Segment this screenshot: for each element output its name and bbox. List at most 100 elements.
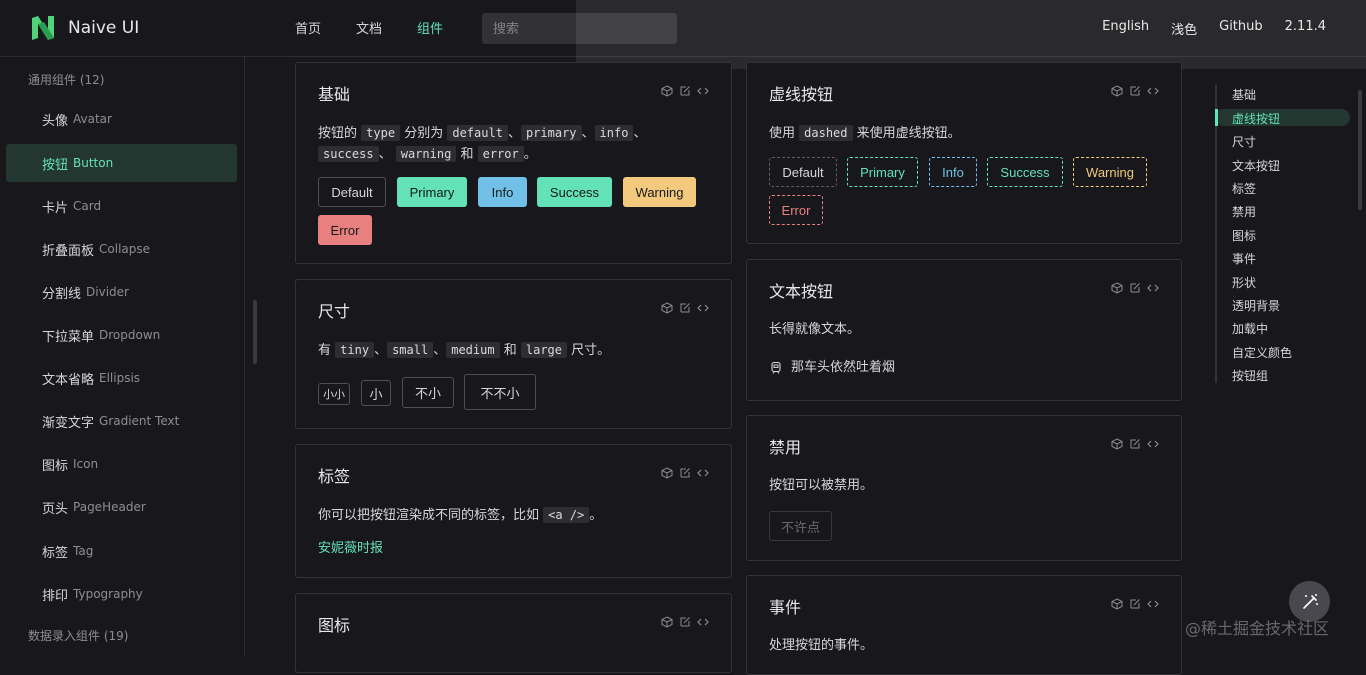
- toc-item-ghost[interactable]: 透明背景: [1232, 297, 1280, 314]
- code-icon[interactable]: [697, 85, 709, 97]
- sidebar-item-en: Button: [73, 156, 114, 170]
- code-icon[interactable]: [1147, 85, 1159, 97]
- sidebar-item-gradient-text[interactable]: 渐变文字 Gradient Text: [6, 402, 237, 440]
- toc-item-size[interactable]: 尺寸: [1232, 133, 1256, 150]
- code-anchor: <a />: [543, 507, 590, 523]
- edit-icon[interactable]: [1129, 598, 1141, 610]
- toc-rail: [1215, 85, 1217, 383]
- medium-button[interactable]: 不小: [402, 377, 454, 408]
- sidebar-item-label: 标签: [42, 545, 69, 561]
- sidebar-item-avatar[interactable]: 头像 Avatar: [6, 100, 237, 138]
- edit-icon[interactable]: [1129, 438, 1141, 450]
- toc-item-tag[interactable]: 标签: [1232, 180, 1256, 197]
- sidebar-group-common[interactable]: 通用组件 (12): [28, 71, 104, 88]
- sidebar-item-icon[interactable]: 图标 Icon: [6, 445, 237, 483]
- toc-item-custom-color[interactable]: 自定义颜色: [1232, 344, 1292, 361]
- card-disabled: 禁用 按钮可以被禁用。 不许点: [746, 415, 1182, 561]
- desc-sep: 、: [433, 343, 447, 358]
- dashed-info-button[interactable]: Info: [929, 157, 977, 187]
- card-description: 有 tiny、 small、 medium 和 large 尺寸。: [318, 340, 610, 361]
- nav-docs[interactable]: 文档: [356, 18, 382, 37]
- sidebar-item-collapse[interactable]: 折叠面板 Collapse: [6, 230, 237, 268]
- edit-icon[interactable]: [1129, 85, 1141, 97]
- cube-icon[interactable]: [661, 467, 673, 479]
- toc-item-disabled[interactable]: 禁用: [1232, 203, 1256, 220]
- nav-components[interactable]: 组件: [417, 18, 443, 37]
- edit-icon[interactable]: [679, 85, 691, 97]
- code-icon[interactable]: [697, 467, 709, 479]
- sidebar-item-label: 按钮: [42, 157, 69, 173]
- nav-home[interactable]: 首页: [295, 18, 321, 37]
- code-small: small: [387, 342, 434, 358]
- tiny-button[interactable]: 小小: [318, 383, 350, 405]
- cube-icon[interactable]: [661, 85, 673, 97]
- large-button[interactable]: 不不小: [464, 374, 536, 410]
- sidebar-item-ellipsis[interactable]: 文本省略 Ellipsis: [6, 359, 237, 397]
- code-default: default: [447, 125, 508, 141]
- sidebar-group-data-entry[interactable]: 数据录入组件 (19): [28, 627, 128, 644]
- code-tiny: tiny: [335, 342, 375, 358]
- toc-item-button-group[interactable]: 按钮组: [1232, 367, 1268, 384]
- card-title: 文本按钮: [769, 282, 834, 301]
- sidebar-item-divider[interactable]: 分割线 Divider: [6, 273, 237, 311]
- info-button[interactable]: Info: [478, 177, 527, 207]
- dashed-success-button[interactable]: Success: [987, 157, 1063, 187]
- card-title: 图标: [318, 616, 351, 635]
- sidebar-item-dropdown[interactable]: 下拉菜单 Dropdown: [6, 316, 237, 354]
- card-description: 按钮的 type 分别为 default、 primary、 info 、succes…: [318, 123, 718, 165]
- cube-icon[interactable]: [661, 302, 673, 314]
- sidebar-item-card[interactable]: 卡片 Card: [6, 187, 237, 225]
- card-title: 事件: [769, 598, 802, 617]
- logo[interactable]: Naive UI: [30, 14, 139, 42]
- sidebar-scrollbar[interactable]: [253, 300, 257, 364]
- code-icon[interactable]: [697, 302, 709, 314]
- train-icon: [771, 361, 781, 374]
- dashed-warning-button[interactable]: Warning: [1073, 157, 1147, 187]
- error-button[interactable]: Error: [318, 215, 372, 245]
- sidebar-item-pageheader[interactable]: 页头 PageHeader: [6, 488, 237, 526]
- cube-icon[interactable]: [1111, 282, 1123, 294]
- edit-icon[interactable]: [1129, 282, 1141, 294]
- edit-icon[interactable]: [679, 467, 691, 479]
- sidebar-item-label: 页头: [42, 501, 69, 517]
- toc-item-event[interactable]: 事件: [1232, 250, 1256, 267]
- edit-icon[interactable]: [679, 616, 691, 628]
- page-scrollbar[interactable]: [1358, 90, 1362, 210]
- code-icon[interactable]: [1147, 598, 1159, 610]
- default-button[interactable]: Default: [318, 177, 386, 207]
- toc-item-text[interactable]: 文本按钮: [1232, 157, 1280, 174]
- desc-text: 你可以把按钮渲染成不同的标签，比如: [318, 508, 540, 523]
- cube-icon[interactable]: [1111, 85, 1123, 97]
- cube-icon[interactable]: [661, 616, 673, 628]
- primary-button[interactable]: Primary: [397, 177, 467, 207]
- cube-icon[interactable]: [1111, 598, 1123, 610]
- dashed-primary-button[interactable]: Primary: [847, 157, 918, 187]
- code-icon[interactable]: [697, 616, 709, 628]
- toc-item-basic[interactable]: 基础: [1232, 86, 1256, 103]
- code-medium: medium: [446, 342, 500, 358]
- dashed-default-button[interactable]: Default: [769, 157, 837, 187]
- toc-item-shape[interactable]: 形状: [1232, 274, 1256, 291]
- sidebar-item-tag[interactable]: 标签 Tag: [6, 532, 237, 570]
- sidebar-item-button[interactable]: 按钮 Button: [6, 144, 237, 182]
- warning-button[interactable]: Warning: [623, 177, 696, 207]
- code-icon[interactable]: [1147, 282, 1159, 294]
- toc-item-dashed[interactable]: 虚线按钮: [1232, 110, 1280, 127]
- sidebar-item-en: Card: [73, 199, 102, 213]
- success-button[interactable]: Success: [537, 177, 612, 207]
- toc-item-loading[interactable]: 加载中: [1232, 320, 1268, 337]
- sidebar-item-label: 文本省略: [42, 372, 95, 388]
- anchor-tag-button[interactable]: 安妮薇时报: [318, 539, 383, 559]
- text-button[interactable]: 那车头依然吐着烟: [769, 358, 895, 378]
- code-icon[interactable]: [1147, 438, 1159, 450]
- dashed-error-button[interactable]: Error: [769, 195, 823, 225]
- small-button[interactable]: 小: [361, 380, 391, 406]
- toc-item-icon[interactable]: 图标: [1232, 227, 1256, 244]
- disabled-button[interactable]: 不许点: [769, 511, 832, 541]
- card-description: 使用 dashed 来使用虚线按钮。: [769, 123, 961, 144]
- cube-icon[interactable]: [1111, 438, 1123, 450]
- edit-icon[interactable]: [679, 302, 691, 314]
- card-dashed: 虚线按钮 使用 dashed 来使用虚线按钮。 Default Primary …: [746, 62, 1182, 244]
- sidebar-item-typography[interactable]: 排印 Typography: [6, 575, 237, 613]
- desc-sep: 、: [633, 126, 647, 141]
